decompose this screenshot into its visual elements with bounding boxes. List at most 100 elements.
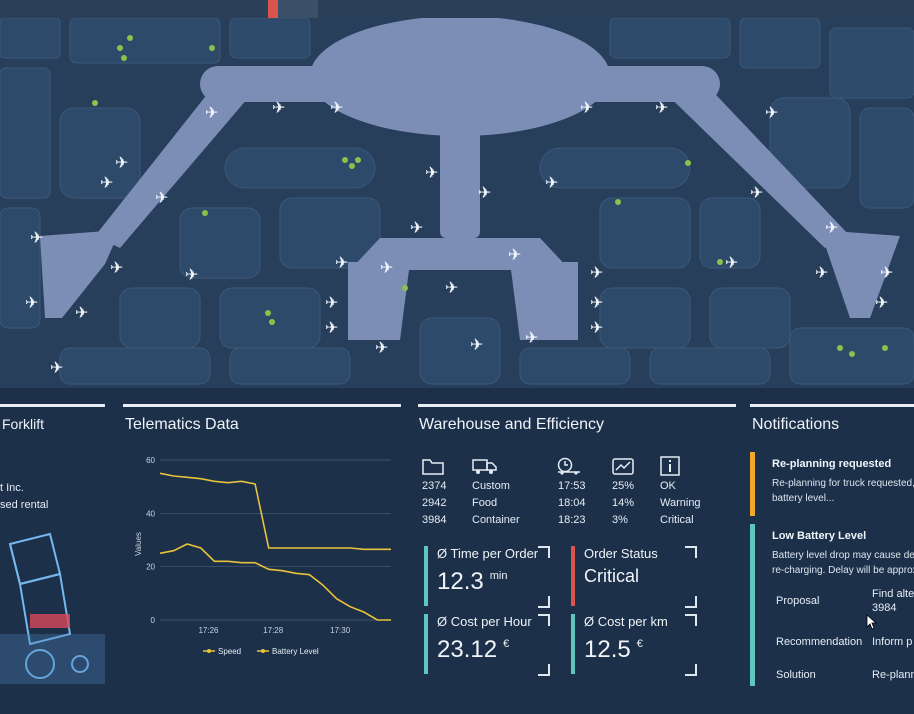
svg-text:✈: ✈: [590, 263, 603, 282]
y-tick-label: 20: [146, 563, 155, 572]
corner-mark: [538, 614, 550, 626]
svg-text:✈: ✈: [545, 173, 558, 192]
svg-text:✈: ✈: [325, 293, 338, 312]
kpi-label: Order Status: [584, 546, 658, 561]
kpi-time-per-order[interactable]: Ø Time per Order 12.3 min: [424, 544, 554, 608]
svg-text:✈: ✈: [815, 263, 828, 282]
kpi-accent-bar: [571, 546, 575, 606]
kpi-accent-bar: [571, 614, 575, 674]
order-id: 2374: [422, 480, 447, 492]
svg-text:✈: ✈: [875, 293, 888, 312]
kpi-value: 23.12 €: [437, 636, 509, 664]
x-tick-label: 17:30: [330, 626, 351, 635]
corner-mark: [685, 614, 697, 626]
y-tick-label: 40: [146, 509, 155, 518]
notification-title: Low Battery Level: [772, 530, 867, 542]
notifications-title: Notifications: [752, 416, 840, 433]
svg-text:✈: ✈: [470, 335, 483, 354]
corner-mark: [685, 596, 697, 608]
svg-text:✈: ✈: [380, 258, 393, 277]
kpi-label: Ø Cost per Hour: [437, 614, 532, 629]
kpi-cost-per-km[interactable]: Ø Cost per km 12.5 €: [571, 612, 701, 676]
notification-text: battery level...: [772, 493, 835, 504]
cargo-type: Food: [472, 497, 498, 509]
svg-text:✈: ✈: [25, 293, 38, 312]
svg-text:✈: ✈: [765, 103, 778, 122]
panel-rule: [0, 404, 105, 407]
panel-rule: [123, 404, 401, 407]
svg-text:✈: ✈: [115, 153, 128, 172]
kpi-value: 12.5 €: [584, 636, 643, 664]
order-id: 3984: [422, 514, 447, 526]
kpi-unit: €: [636, 638, 643, 650]
legend-label: Battery Level: [272, 647, 319, 656]
cargo-type: Container: [472, 514, 520, 526]
svg-text:✈: ✈: [50, 358, 63, 377]
corner-mark: [685, 664, 697, 676]
svg-text:✈: ✈: [410, 218, 423, 237]
efficiency-percent: 14%: [612, 497, 635, 509]
top-strip-segment: [278, 0, 318, 18]
kpi-cost-per-hour[interactable]: Ø Cost per Hour 23.12 €: [424, 612, 554, 676]
notifications-panel: Notifications Re-planning requested Re-p…: [750, 404, 914, 686]
warehouse-panel: Warehouse and Efficiency 2374 2942 3984 …: [418, 404, 736, 686]
airport-map[interactable]: ✈ ✈ ✈ ✈ ✈ ✈ ✈ ✈ ✈ ✈ ✈ ✈ ✈ ✈ ✈ ✈ ✈ ✈ ✈ ✈ ✈ ✈ ✈ ✈ ✈ ✈ ✈ ✈ ✈ ✈ …: [0, 18, 914, 388]
cargo-type: Custom: [472, 480, 510, 492]
notification-replanning[interactable]: Re-planning requested Re-planning for tr…: [750, 452, 914, 516]
corner-mark: [685, 546, 697, 558]
svg-text:✈: ✈: [30, 228, 43, 247]
svg-text:✈: ✈: [425, 163, 438, 182]
svg-text:✈: ✈: [880, 263, 893, 282]
order-id: 2942: [422, 497, 447, 509]
forklift-line-2: sed rental: [0, 499, 49, 511]
status-text: OK: [660, 480, 676, 492]
svg-text:✈: ✈: [478, 183, 491, 202]
proposal-value: 3984: [872, 602, 897, 614]
svg-text:✈: ✈: [335, 253, 348, 272]
kpi-label: Ø Cost per km: [584, 614, 668, 629]
svg-text:✈: ✈: [725, 253, 738, 272]
svg-text:✈: ✈: [155, 188, 168, 207]
kpi-number: 23.12: [437, 636, 498, 663]
notification-text: re-charging. Delay will be approxi: [772, 565, 914, 576]
y-tick-label: 60: [146, 456, 155, 465]
svg-text:✈: ✈: [825, 218, 838, 237]
warehouse-title: Warehouse and Efficiency: [419, 416, 604, 433]
status-text: Warning: [660, 497, 701, 509]
notification-low-battery[interactable]: Low Battery Level Battery level drop may…: [750, 524, 914, 686]
top-strip-accent: [268, 0, 278, 18]
svg-text:✈: ✈: [580, 98, 593, 117]
telematics-title: Telematics Data: [125, 416, 239, 433]
solution-value: Re-plann: [872, 669, 914, 681]
notification-text: Battery level drop may cause dela: [772, 550, 914, 561]
proposal-value: Find alte: [872, 588, 914, 600]
delivery-time: 17:53: [558, 480, 586, 492]
kpi-accent-bar: [424, 546, 428, 606]
forklift-title: Forklift: [2, 416, 44, 432]
kpi-unit: €: [503, 638, 510, 650]
delivery-clock-icon: [557, 457, 580, 475]
series-line-battery-level: [159, 472, 391, 551]
x-tick-label: 17:26: [198, 626, 219, 635]
svg-text:✈: ✈: [330, 98, 343, 117]
solution-label: Solution: [776, 669, 816, 681]
kpi-label: Ø Time per Order: [437, 546, 539, 561]
y-tick-label: 0: [151, 616, 156, 625]
corner-mark: [538, 664, 550, 676]
svg-text:✈: ✈: [110, 258, 123, 277]
notification-accent-bar: [750, 524, 755, 686]
kpi-number: 12.5: [584, 636, 631, 663]
delivery-time: 18:04: [558, 497, 586, 509]
info-icon: [660, 456, 680, 476]
svg-text:✈: ✈: [750, 183, 763, 202]
telematics-chart: Values 0 20 40 60 17:26 17:28 17:30 Speed Batter…: [134, 456, 391, 656]
kpi-order-status[interactable]: Order Status Critical: [571, 544, 701, 608]
svg-text:✈: ✈: [325, 318, 338, 337]
corner-mark: [538, 596, 550, 608]
kpi-accent-bar: [424, 614, 428, 674]
folder-icon: [422, 459, 444, 475]
forklift-image: [0, 532, 105, 684]
delivery-time: 18:23: [558, 514, 586, 526]
recommendation-value: Inform p: [872, 636, 913, 648]
truck-icon: [472, 459, 497, 474]
